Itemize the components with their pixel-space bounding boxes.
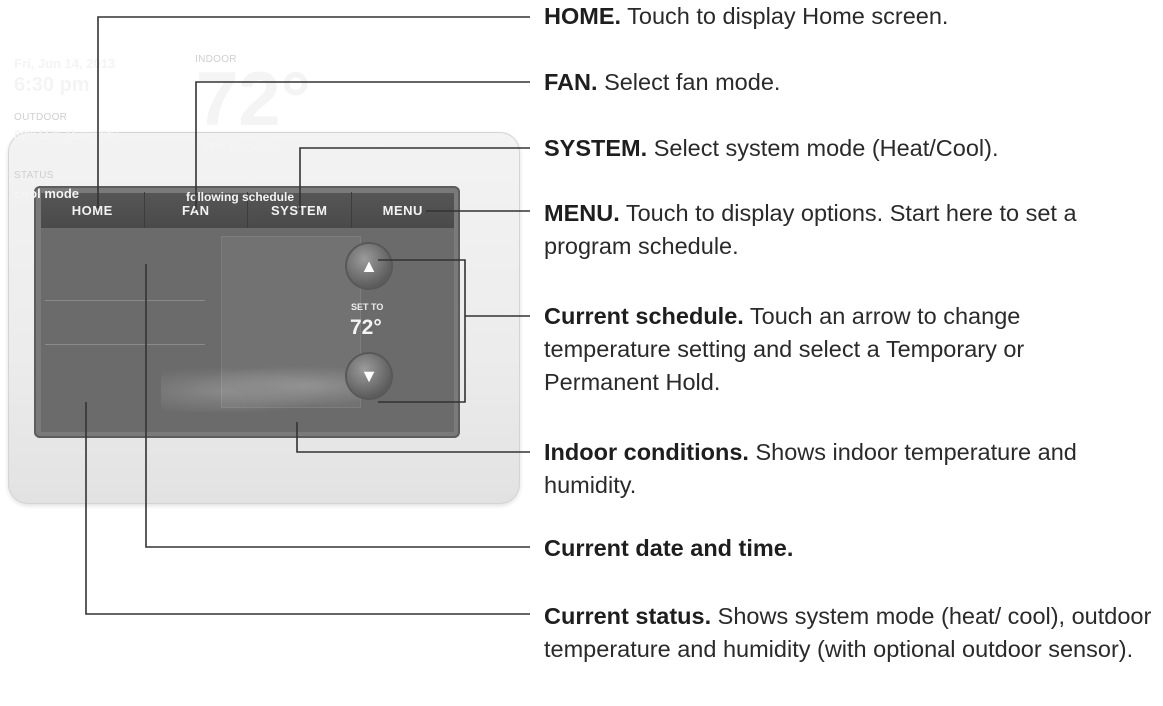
callout-title: Indoor conditions. (544, 439, 749, 465)
current-date: Fri, Jun 14, 2013 (14, 56, 116, 71)
callout-title: Current status. (544, 603, 712, 629)
indoor-panel (221, 236, 361, 408)
indoor-humidity: 45% Humidity (202, 140, 281, 154)
callout-text: Touch to display options. Start here to … (544, 200, 1077, 259)
callout-fan: FAN. Select fan mode. (544, 66, 1156, 99)
indoor-temperature: 72° (196, 57, 311, 142)
callout-system: SYSTEM. Select system mode (Heat/Cool). (544, 132, 1156, 165)
arrow-down-icon: ▼ (360, 365, 378, 386)
arrow-up-icon: ▲ (360, 255, 378, 276)
outdoor-label: OUTDOOR (14, 112, 68, 123)
thermostat-screen: HOME FAN SYSTEM MENU (41, 192, 454, 432)
callout-title: HOME. (544, 3, 622, 29)
temp-down-button[interactable]: ▼ (347, 354, 391, 398)
callout-text: Touch to display Home screen. (627, 3, 949, 29)
divider (45, 344, 205, 345)
divider (45, 300, 205, 301)
temp-up-button[interactable]: ▲ (347, 244, 391, 288)
schedule-status: following schedule (186, 190, 295, 204)
callout-menu: MENU. Touch to display options. Start he… (544, 197, 1134, 263)
callout-text: Select fan mode. (604, 69, 781, 95)
callout-title: Current schedule. (544, 303, 744, 329)
set-to-label: SET TO (351, 302, 384, 312)
callout-title: FAN. (544, 69, 598, 95)
callout-text: Select system mode (Heat/Cool). (653, 135, 999, 161)
callout-title: Current date and time. (544, 535, 794, 561)
callout-home: HOME. Touch to display Home screen. (544, 0, 1156, 33)
callout-title: SYSTEM. (544, 135, 648, 161)
callout-title: MENU. (544, 200, 620, 226)
callout-current-schedule: Current schedule. Touch an arrow to chan… (544, 300, 1124, 399)
callout-indoor-conditions: Indoor conditions. Shows indoor temperat… (544, 436, 1104, 502)
menu-button[interactable]: MENU (351, 192, 454, 228)
current-time: 6:30 pm (14, 74, 90, 96)
outdoor-value: 80°/ 55% Humidity (14, 128, 118, 142)
set-to-value: 72° (350, 316, 382, 339)
callout-current-status: Current status. Shows system mode (heat/… (544, 600, 1154, 666)
status-label: STATUS (14, 170, 54, 181)
status-value: cool mode (14, 186, 80, 201)
callout-date-time: Current date and time. (544, 532, 1156, 565)
